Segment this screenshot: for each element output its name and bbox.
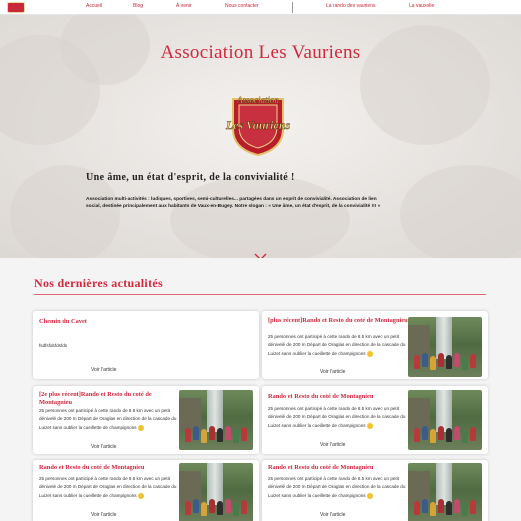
read-more-link[interactable]: Voir l'article bbox=[320, 512, 345, 518]
hero-description: Association multi-activités : ludiques, … bbox=[86, 197, 381, 209]
card-excerpt: 25 personnes ont participé à cette rando… bbox=[39, 476, 177, 499]
top-navigation: Accueil Blog À venir Nous contacter La r… bbox=[0, 0, 521, 15]
card-image[interactable] bbox=[408, 317, 482, 377]
section-divider bbox=[34, 294, 486, 295]
card-title[interactable]: [plus récent]Rando et Resto du coté de M… bbox=[268, 317, 408, 325]
crest-icon: Association Les Vauriens bbox=[225, 95, 291, 157]
news-card[interactable]: Rando et Resto du coté de Montagnieu 25 … bbox=[262, 460, 488, 521]
nav-item-rando[interactable]: La rando des vauriens bbox=[326, 3, 375, 9]
emoji-icon bbox=[137, 424, 144, 431]
emoji-icon bbox=[366, 350, 373, 357]
news-card[interactable]: [2e plus récent]Rando et Resto du coté d… bbox=[33, 386, 259, 454]
card-excerpt: fsdfsfdsfdsfds bbox=[39, 343, 68, 348]
card-title[interactable]: Rando et Resto du coté de Montagnieu bbox=[268, 464, 408, 472]
emoji-icon bbox=[366, 492, 373, 499]
logo-icon[interactable] bbox=[7, 2, 25, 13]
nav-item-accueil[interactable]: Accueil bbox=[86, 3, 102, 9]
card-title[interactable]: Chemin du Cavet bbox=[39, 318, 249, 326]
read-more-link[interactable]: Voir l'article bbox=[320, 369, 345, 375]
chevron-down-icon[interactable] bbox=[254, 253, 267, 258]
card-title[interactable]: [2e plus récent]Rando et Resto du coté d… bbox=[39, 391, 179, 406]
read-more-link[interactable]: Voir l'article bbox=[91, 512, 116, 518]
card-image[interactable] bbox=[179, 463, 253, 521]
card-title[interactable]: Rando et Resto du coté de Montagnieu bbox=[268, 393, 408, 401]
card-excerpt: 25 personnes ont participé à cette rando… bbox=[39, 408, 177, 431]
nav-item-vauxolie[interactable]: La vauxolie bbox=[409, 3, 434, 9]
card-image[interactable] bbox=[179, 390, 253, 450]
hero-banner: Association Les Vauriens Association Les… bbox=[0, 15, 521, 258]
card-image[interactable] bbox=[408, 463, 482, 521]
card-excerpt: 25 personnes ont participé à cette rando… bbox=[268, 334, 406, 357]
emoji-icon bbox=[366, 422, 373, 429]
news-card[interactable]: Chemin du Cavet fsdfsfdsfdsfds Voir l'ar… bbox=[33, 311, 259, 379]
read-more-link[interactable]: Voir l'article bbox=[91, 367, 116, 373]
card-title[interactable]: Rando et Resto du coté de Montagnieu bbox=[39, 464, 179, 472]
card-image[interactable] bbox=[408, 390, 482, 450]
crest-text-top: Association bbox=[236, 95, 279, 105]
news-card[interactable]: Rando et Resto du coté de Montagnieu 25 … bbox=[33, 460, 259, 521]
nav-item-contact[interactable]: Nous contacter bbox=[225, 3, 259, 9]
read-more-link[interactable]: Voir l'article bbox=[91, 444, 116, 450]
nav-item-a-venir[interactable]: À venir bbox=[176, 3, 192, 9]
card-excerpt: 25 personnes ont participé à cette rando… bbox=[268, 406, 406, 429]
news-card[interactable]: Rando et Resto du coté de Montagnieu 25 … bbox=[262, 386, 488, 454]
section-title: Nos dernières actualités bbox=[34, 276, 163, 290]
crest-text-main: Les Vauriens bbox=[225, 118, 291, 132]
card-excerpt: 25 personnes ont participé à cette rando… bbox=[268, 476, 406, 499]
read-more-link[interactable]: Voir l'article bbox=[320, 442, 345, 448]
site-title: Association Les Vauriens bbox=[160, 42, 361, 63]
nav-item-blog[interactable]: Blog bbox=[133, 3, 143, 9]
emoji-icon bbox=[137, 492, 144, 499]
news-card[interactable]: [plus récent]Rando et Resto du coté de M… bbox=[262, 311, 488, 379]
hero-tagline: Une âme, un état d'esprit, de la convivi… bbox=[86, 172, 295, 183]
nav-divider bbox=[292, 2, 293, 13]
